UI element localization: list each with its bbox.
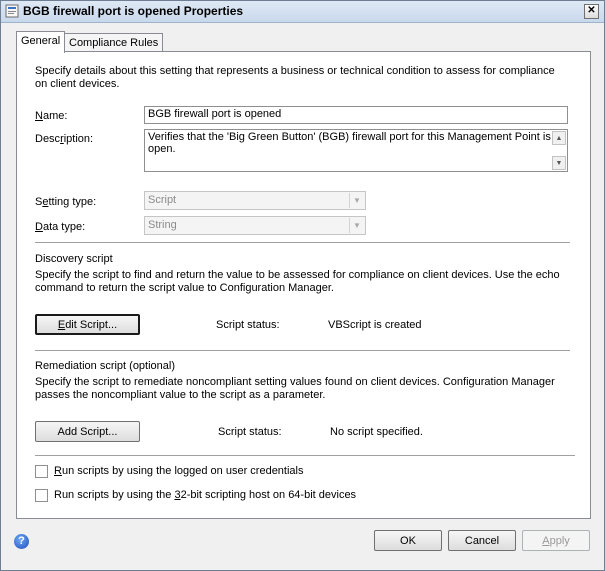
name-field-value: BGB firewall port is opened — [148, 108, 282, 120]
scroll-down-icon[interactable]: ▼ — [552, 156, 566, 170]
cancel-button[interactable]: Cancel — [448, 530, 516, 551]
setting-type-select[interactable]: Script ▼ — [144, 191, 366, 210]
remediation-description: Specify the script to remediate noncompl… — [35, 376, 555, 401]
close-icon: ✕ — [587, 5, 596, 16]
description-label: Description: — [35, 133, 94, 145]
data-type-label: Data type: — [35, 221, 86, 233]
divider — [35, 242, 570, 244]
title-bar: BGB firewall port is opened Properties ✕ — [1, 1, 604, 23]
run-logged-on-label[interactable]: Run scripts by using the logged on user … — [54, 465, 304, 477]
help-icon[interactable]: ? — [14, 534, 29, 549]
ok-button[interactable]: OK — [374, 530, 442, 551]
setting-type-value: Script — [148, 194, 177, 206]
data-type-select[interactable]: String ▼ — [144, 216, 366, 235]
close-button[interactable]: ✕ — [584, 4, 599, 19]
apply-button[interactable]: Apply — [522, 530, 590, 551]
chevron-down-icon: ▼ — [349, 218, 364, 233]
intro-text: Specify details about this setting that … — [35, 65, 555, 90]
tab-general-label: General — [21, 35, 61, 47]
settings-icon — [5, 4, 19, 18]
divider — [35, 350, 570, 352]
discovery-description: Specify the script to find and return th… — [35, 269, 560, 294]
scroll-up-icon[interactable]: ▲ — [552, 131, 566, 145]
tab-compliance-rules-label: Compliance Rules — [69, 37, 159, 49]
tab-general[interactable]: General — [16, 31, 66, 53]
remediation-heading: Remediation script (optional) — [35, 360, 176, 372]
setting-type-label: Setting type: — [35, 196, 97, 208]
add-script-button[interactable]: Add Script... — [35, 421, 140, 442]
tab-compliance-rules[interactable]: Compliance Rules — [64, 33, 164, 52]
properties-window: BGB firewall port is opened Properties ✕… — [0, 0, 605, 571]
description-field[interactable]: Verifies that the 'Big Green Button' (BG… — [144, 129, 568, 172]
run-logged-on-checkbox[interactable] — [35, 465, 48, 478]
discovery-status-value: VBScript is created — [328, 319, 422, 331]
window-title: BGB firewall port is opened Properties — [23, 4, 244, 18]
run-32bit-checkbox[interactable] — [35, 489, 48, 502]
discovery-heading: Discovery script — [35, 253, 113, 265]
name-field[interactable]: BGB firewall port is opened — [144, 106, 568, 124]
data-type-value: String — [148, 219, 177, 231]
remediation-status-label: Script status: — [218, 426, 282, 438]
general-panel: Specify details about this setting that … — [16, 51, 591, 519]
description-field-value: Verifies that the 'Big Green Button' (BG… — [148, 131, 551, 155]
edit-script-button[interactable]: Edit Script... — [35, 314, 140, 335]
name-label: Name: — [35, 110, 68, 122]
run-32bit-label[interactable]: Run scripts by using the 32-bit scriptin… — [54, 489, 356, 501]
discovery-status-label: Script status: — [216, 319, 280, 331]
chevron-down-icon: ▼ — [349, 193, 364, 208]
divider — [35, 455, 575, 457]
remediation-status-value: No script specified. — [330, 426, 423, 438]
